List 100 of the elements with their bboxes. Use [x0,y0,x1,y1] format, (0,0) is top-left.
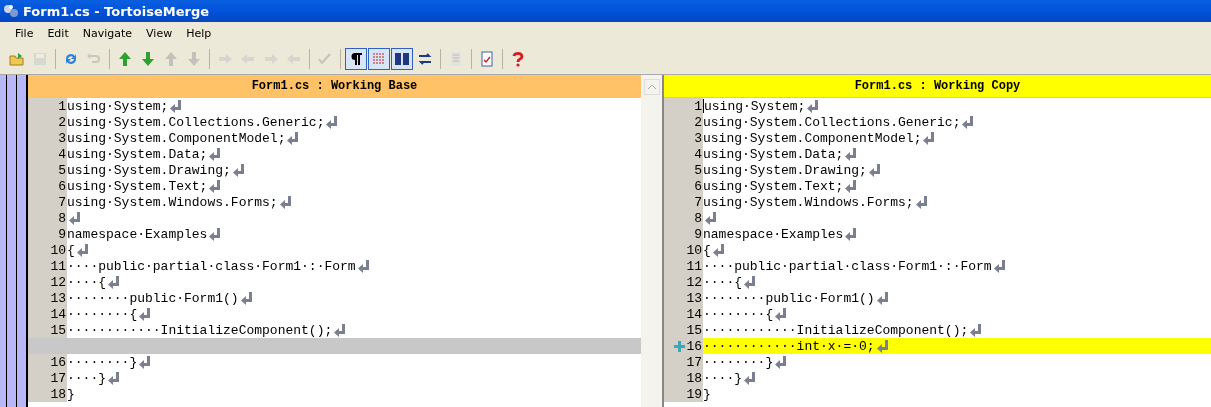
code-line: ········} [67,354,138,370]
return-icon [334,323,347,337]
line-number: 13 [50,290,66,306]
line-number: 5 [58,162,66,178]
line-number: 6 [694,178,702,194]
line-number: 12 [686,274,702,290]
line-number: 5 [694,162,702,178]
menu-item[interactable]: Edit [40,24,76,42]
return-icon [962,115,975,129]
code-line: using·System.Drawing; [67,162,231,178]
code-line: using·System.ComponentModel; [67,130,286,146]
line-number: 17 [50,370,66,386]
return-icon [326,115,339,129]
line-number: 6 [58,178,66,194]
line-number: 7 [694,194,702,210]
line-number: 10 [686,242,702,258]
line-number: 11 [686,258,702,274]
code-line: namespace·Examples [703,226,844,242]
menu-item[interactable]: View [139,24,180,42]
line-number: 10 [50,242,66,258]
line-number: 4 [694,146,702,162]
code-line: ····public·partial·class·Form1·:·Form [703,258,992,274]
line-number: 14 [50,306,66,322]
code-line: } [703,386,711,402]
down-arrow-icon [140,51,156,67]
return-icon [139,355,152,369]
line-number: 8 [694,210,702,226]
down-arrow-icon [186,51,202,67]
return-icon [712,243,725,257]
return-icon [108,371,120,385]
toolbar-button[interactable] [345,48,367,70]
line-number: 14 [686,306,702,322]
code-line: ········public·Form1() [703,290,875,306]
return-icon [876,339,889,353]
code-line: using·System.Text; [703,178,844,194]
menu-item[interactable]: Help [179,24,219,42]
code-line: namespace·Examples [67,226,208,242]
code-line: ········{ [703,306,774,322]
return-icon [209,227,222,241]
code-line: ····public·partial·class·Form1·:·Form [67,258,356,274]
line-number: 3 [58,130,66,146]
return-icon [240,291,253,305]
code-line: ····} [703,370,742,386]
return-icon [279,195,292,209]
code-line: using·System; [704,98,806,114]
toolbar-button[interactable] [391,48,413,70]
code-line: using·System.Collections.Generic; [67,114,325,130]
check-mark-icon [317,51,333,67]
line-number: 16 [50,354,66,370]
code-line: using·System.Windows.Forms; [703,194,914,210]
return-icon [744,275,756,289]
return-icon [923,131,936,145]
line-number: 13 [686,290,702,306]
return-icon [775,307,788,321]
line-number: 15 [686,322,702,338]
line-number: 3 [694,130,702,146]
line-number: 2 [694,114,702,130]
line-number: 15 [50,322,66,338]
code-line: using·System.Drawing; [703,162,867,178]
return-icon [108,275,120,289]
folder-icon [9,51,25,67]
code-line: using·System; [67,98,169,114]
line-number: 1 [58,98,66,114]
return-icon [876,291,889,305]
line-number: 11 [50,258,66,274]
up-arrow-icon [117,51,133,67]
refresh-icon [63,51,79,67]
code-line: using·System.Data; [703,146,844,162]
code-line: { [703,242,711,258]
menu-item[interactable]: Navigate [75,24,140,42]
return-icon [139,307,152,321]
code-line: using·System.Text; [67,178,208,194]
pane-header: Form1.cs : Working Copy [664,75,1211,98]
return-icon [845,147,858,161]
return-icon [868,163,881,177]
return-icon [744,371,756,385]
menu-item[interactable]: File [8,24,41,42]
pane-header: Form1.cs : Working Base [28,75,641,98]
line-number: 18 [50,386,66,402]
return-icon [76,243,89,257]
scroll-bar[interactable] [641,75,662,407]
checked-document-icon [479,51,495,67]
two-panes-icon [394,51,410,67]
code-line: ············InitializeComponent(); [703,322,969,338]
code-line: ········} [703,354,774,370]
return-icon [970,323,983,337]
return-icon [915,195,928,209]
code-line: using·System.Windows.Forms; [67,194,278,210]
pilcrow-icon [348,51,364,67]
code-line: using·System.Data; [67,146,208,162]
code-line: { [67,242,75,258]
line-number: 12 [50,274,66,290]
code-line: } [67,386,75,402]
return-icon [69,211,81,225]
app-icon [3,3,19,19]
return-icon [775,355,788,369]
code-line: ····{ [67,274,106,290]
code-line: using·System.ComponentModel; [703,130,922,146]
return-icon [232,163,245,177]
line-number: 8 [58,210,66,226]
